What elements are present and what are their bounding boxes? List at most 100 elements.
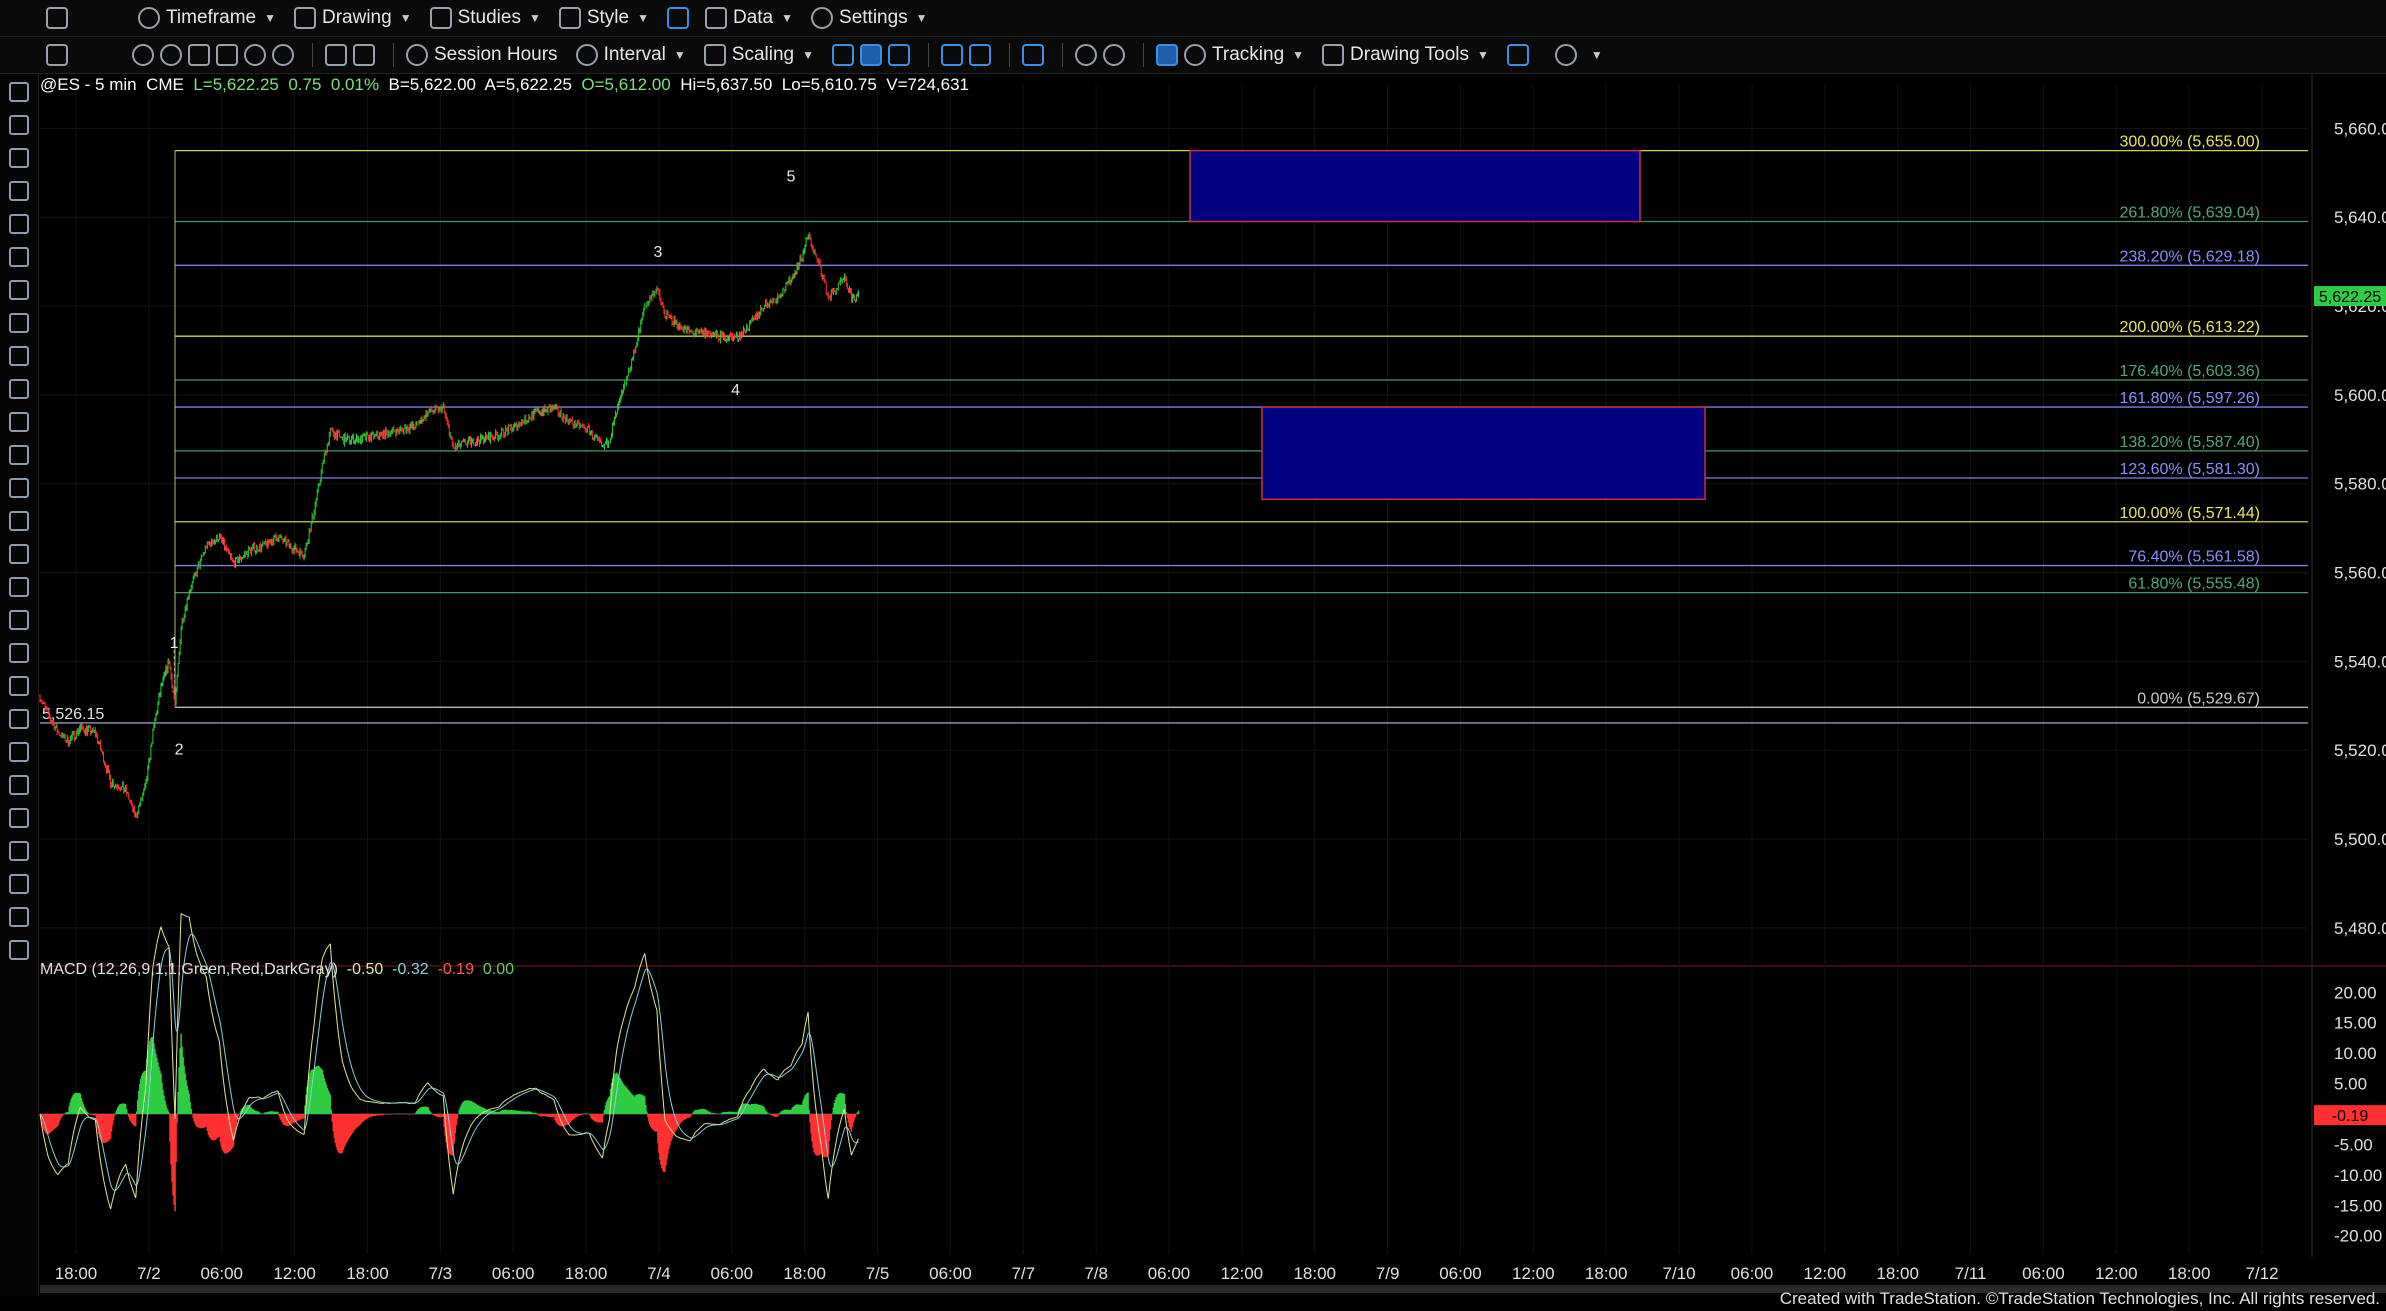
macd-signal-segment	[284, 1102, 287, 1105]
x-tick-label: 7/5	[866, 1264, 890, 1283]
macd-signal-segment	[814, 1062, 817, 1070]
macd-line-segment	[105, 1188, 108, 1194]
macd-signal-segment	[510, 1099, 513, 1102]
macd-signal-segment	[223, 1049, 226, 1057]
chat-icon[interactable]	[1554, 44, 1577, 66]
macd-signal-segment	[762, 1076, 765, 1079]
macd-line-segment	[312, 1024, 315, 1033]
macd-line-segment	[58, 1171, 61, 1174]
macd-line-segment	[266, 1094, 269, 1097]
macd-line-segment	[545, 1094, 548, 1096]
compress-icon[interactable]	[940, 44, 963, 66]
refresh-icon[interactable]	[272, 44, 294, 66]
macd-signal-segment	[81, 1120, 84, 1123]
panels-icon[interactable]	[1021, 44, 1044, 66]
scaling-menu[interactable]: Scaling ▼	[703, 44, 814, 66]
macd-line-segment	[157, 934, 160, 939]
macd-line-segment	[196, 955, 199, 959]
macd-signal-segment	[112, 1188, 114, 1191]
window-icon[interactable]	[46, 44, 68, 66]
macd-line-segment	[630, 994, 633, 997]
macd-line-segment	[770, 1074, 773, 1077]
macd-line-segment	[525, 1089, 528, 1091]
candlestick-icon[interactable]	[859, 44, 882, 66]
session-hours-menu[interactable]: Session Hours	[406, 44, 558, 66]
link-icon[interactable]	[132, 44, 154, 66]
macd-signal-segment	[200, 952, 203, 955]
macd-signal-segment	[442, 1092, 445, 1096]
cursor-icon[interactable]	[216, 44, 238, 66]
macd-line-segment	[795, 1051, 798, 1054]
macd-signal-segment	[612, 1113, 615, 1121]
macd-line-segment	[349, 1082, 351, 1086]
grid-icon[interactable]	[1155, 44, 1178, 66]
macd-line-segment	[854, 1145, 856, 1148]
macd-line-segment	[72, 1129, 75, 1135]
macd-line-segment	[107, 1197, 110, 1203]
gear-icon[interactable]	[244, 44, 266, 66]
zoom-out-icon[interactable]	[1102, 44, 1125, 66]
macd-line-segment	[756, 1075, 759, 1078]
macd-line-segment	[472, 1121, 474, 1124]
macd-signal-segment	[651, 977, 654, 981]
macd-signal-segment	[222, 1042, 225, 1050]
drawing-menu[interactable]: Drawing ▼	[293, 7, 412, 29]
tracking-menu[interactable]: Tracking ▼	[1183, 44, 1304, 66]
timeframe-menu[interactable]: Timeframe ▼	[138, 7, 276, 29]
sliders-icon[interactable]	[325, 44, 347, 66]
x-tick-label: 06:00	[2022, 1264, 2065, 1283]
macd-line-segment	[845, 1125, 848, 1132]
net-change: 0.75	[288, 75, 322, 94]
macd-line-segment	[455, 1169, 458, 1175]
macd-line-segment	[706, 1122, 708, 1125]
macd-line-segment	[246, 1099, 249, 1103]
macd-line-segment	[627, 1001, 630, 1006]
chart-canvas[interactable]: 300.00% (5,655.00) 261.80% (5,639.04) 238.…	[0, 74, 2386, 1296]
macd-signal-segment	[139, 1167, 142, 1174]
studies-menu[interactable]: Studies ▼	[429, 7, 541, 29]
export-icon[interactable]	[353, 44, 375, 66]
macd-signal-segment	[53, 1153, 56, 1157]
macd-line-segment	[432, 1088, 435, 1091]
drawing-tools-menu[interactable]: Drawing Tools ▼	[1322, 44, 1489, 66]
macd-signal-segment	[687, 1136, 690, 1138]
macd-line-segment	[212, 1019, 215, 1025]
macd-line-segment	[175, 1040, 178, 1079]
macd-line-segment	[618, 1035, 621, 1040]
style-menu[interactable]: Style ▼	[558, 7, 649, 29]
data-menu[interactable]: Data ▼	[704, 7, 793, 29]
zoom-in-icon[interactable]	[1074, 44, 1097, 66]
link-alt-icon[interactable]	[160, 44, 182, 66]
macd-signal-segment	[196, 942, 199, 946]
macd-line-segment	[283, 1111, 286, 1114]
macd-signal-segment	[598, 1143, 600, 1146]
window-icon[interactable]	[46, 7, 68, 29]
layout-icon[interactable]	[666, 7, 689, 29]
interval-menu[interactable]: Interval ▼	[575, 44, 686, 66]
y-tick-label: 5,600.00	[2334, 386, 2386, 405]
macd-line-segment	[810, 1057, 813, 1071]
macd-signal-segment	[192, 934, 195, 937]
expand-icon[interactable]	[968, 44, 991, 66]
macd-line-segment	[208, 997, 211, 1004]
macd-line-segment	[655, 1006, 658, 1011]
macd-signal-segment	[788, 1070, 791, 1072]
add-chart-icon[interactable]	[1506, 44, 1529, 66]
ohlc-icon[interactable]	[887, 44, 910, 66]
bar-chart-icon[interactable]	[831, 44, 854, 66]
macd-signal-segment	[72, 1149, 75, 1154]
x-tick-label: 18:00	[1876, 1264, 1919, 1283]
macd-line-segment	[837, 1126, 840, 1132]
macd-signal-segment	[637, 990, 640, 995]
macd-signal-segment	[686, 1135, 689, 1137]
doc-icon[interactable]	[188, 44, 210, 66]
macd-line-segment	[104, 1184, 107, 1189]
macd-line-segment	[342, 1064, 345, 1069]
macd-signal-segment	[701, 1129, 704, 1132]
macd-line-segment	[59, 1170, 62, 1172]
macd-signal-segment	[560, 1108, 563, 1112]
macd-signal-segment	[561, 1111, 564, 1114]
macd-value: -0.50	[346, 961, 384, 978]
clock-icon	[406, 44, 428, 66]
settings-menu[interactable]: Settings ▼	[811, 7, 928, 29]
